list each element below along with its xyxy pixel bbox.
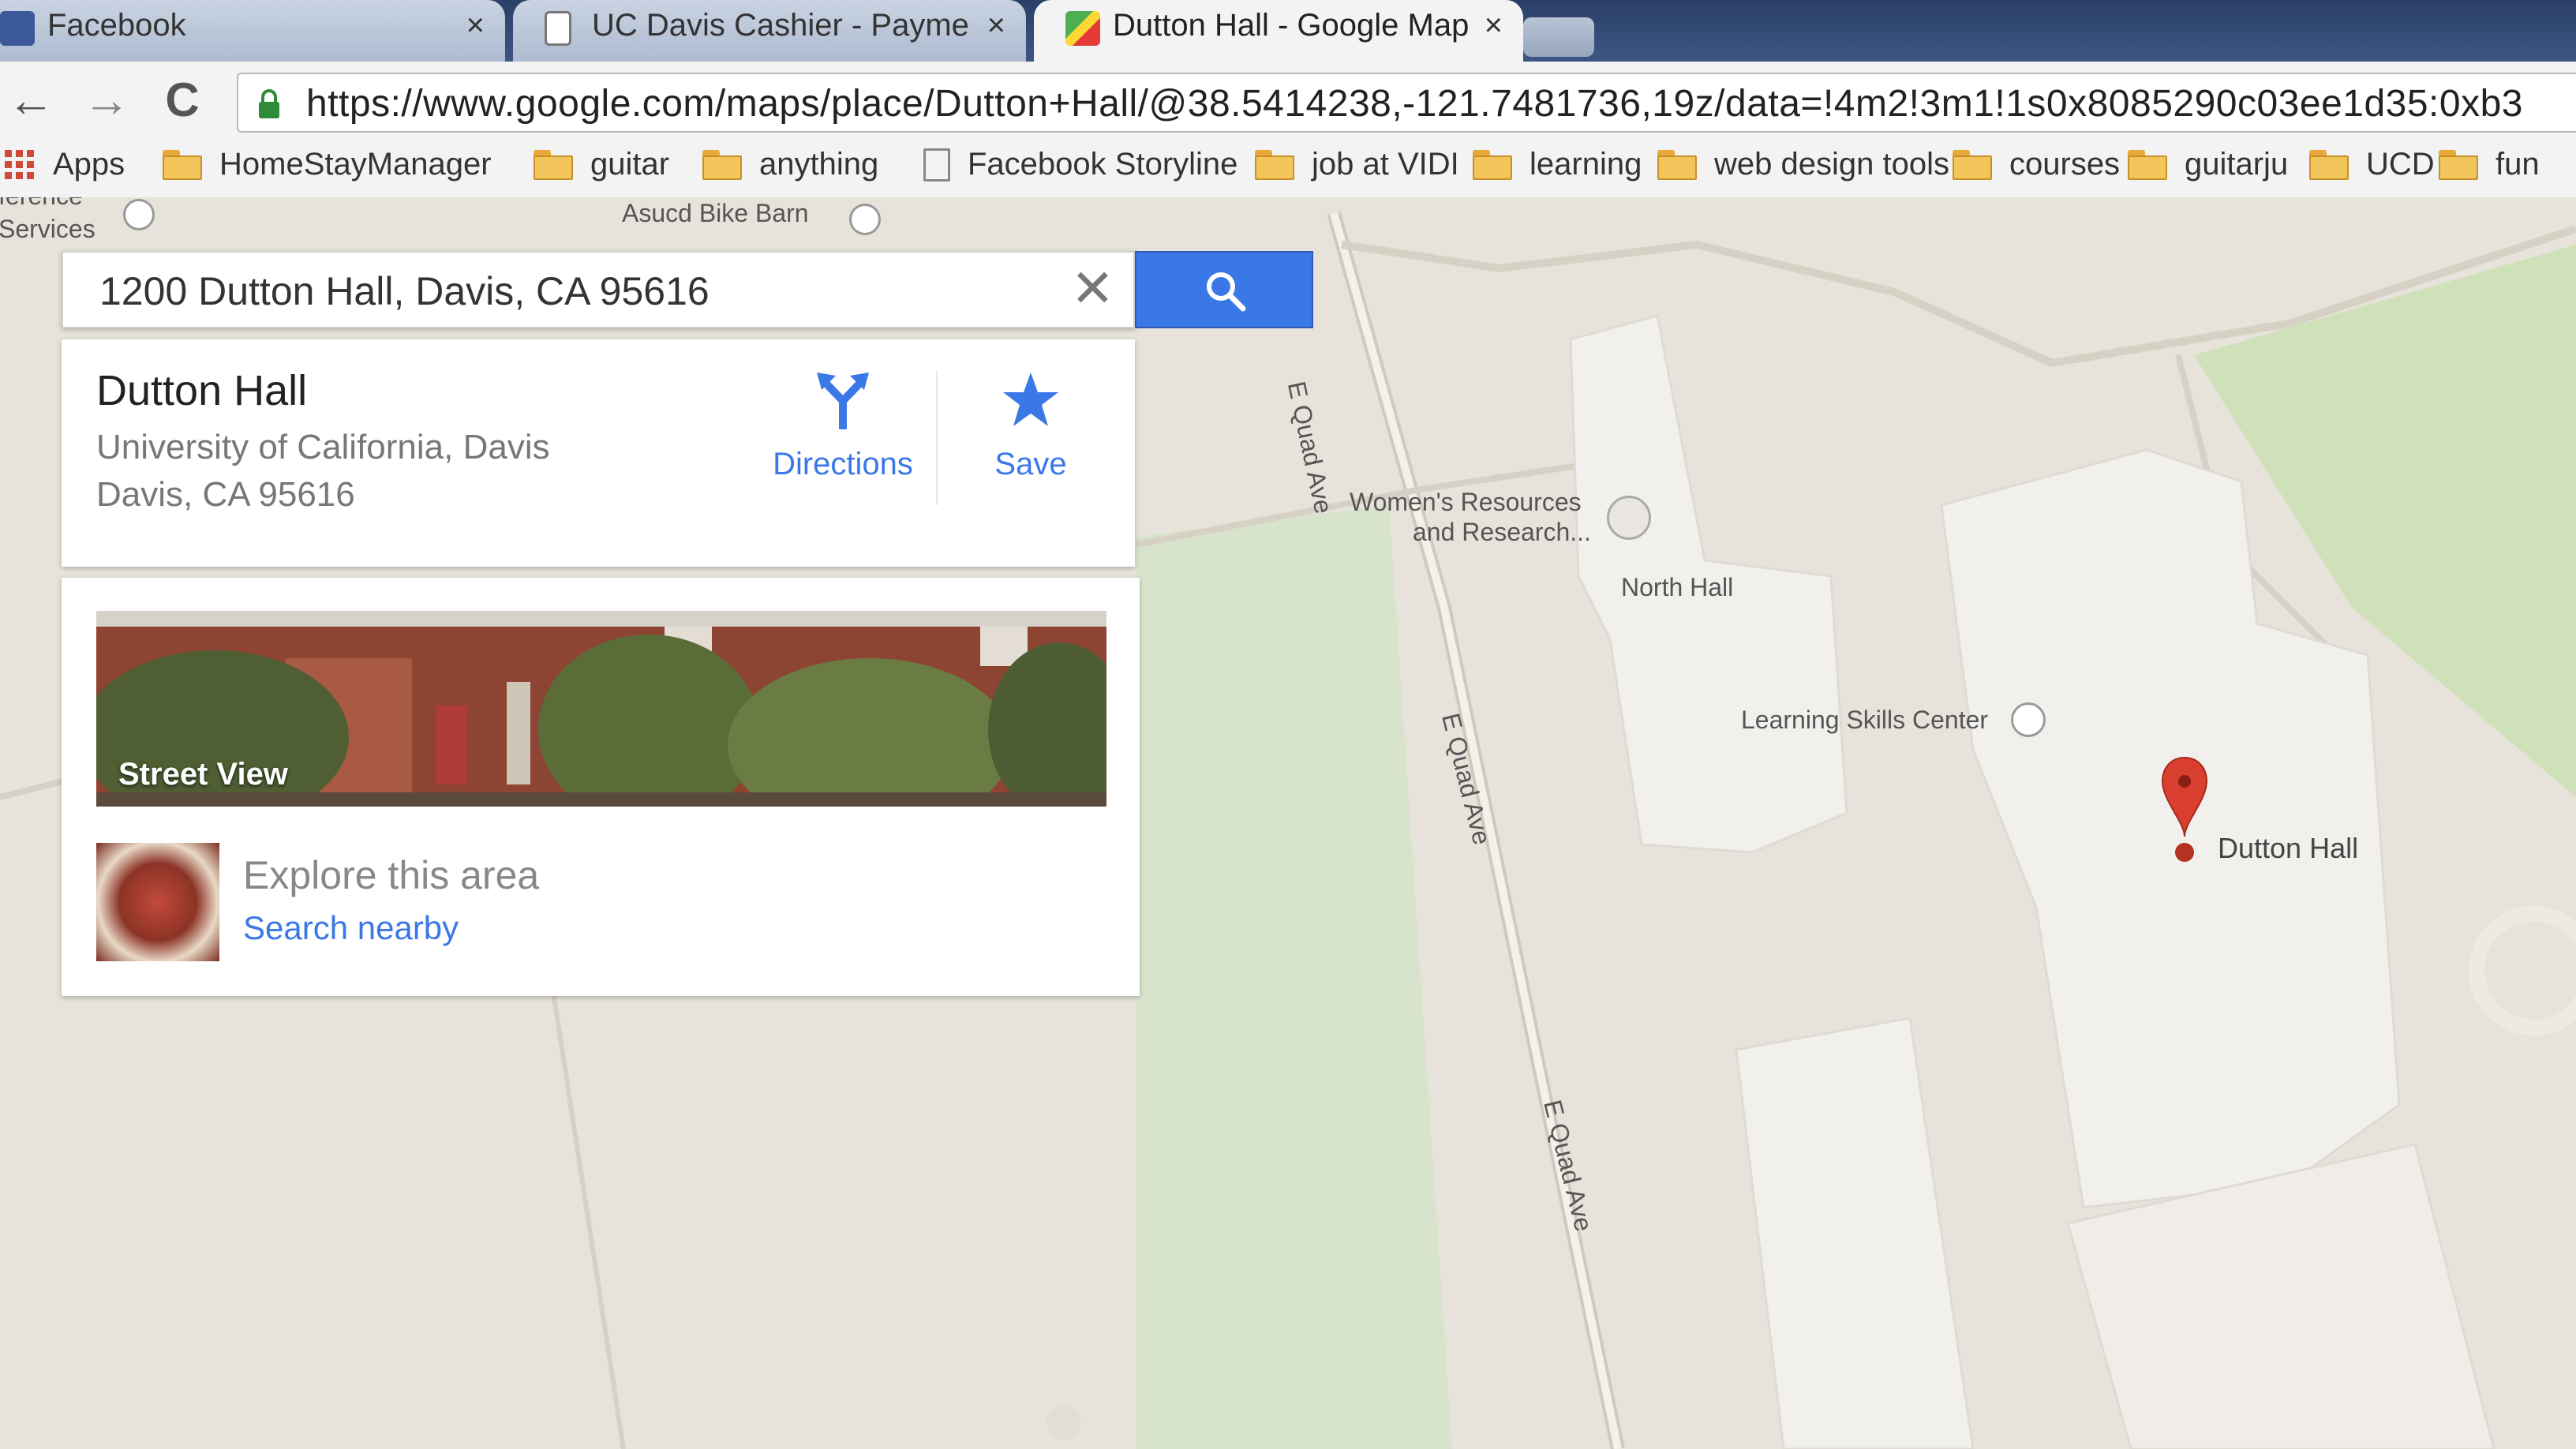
search-button[interactable] bbox=[1135, 251, 1313, 328]
bookmark-label: fun bbox=[2496, 147, 2540, 182]
tab-close-icon[interactable]: × bbox=[466, 8, 485, 43]
explore-title: Explore this area bbox=[243, 853, 540, 897]
explore-thumbnail[interactable] bbox=[96, 843, 219, 961]
poi-marker-icon[interactable] bbox=[849, 204, 881, 235]
apps-grid-icon bbox=[5, 150, 34, 179]
place-address-line2: Davis, CA 95616 bbox=[96, 475, 355, 514]
url-text: https://www.google.com/maps/place/Dutton… bbox=[306, 83, 2523, 125]
lawn-area bbox=[1136, 505, 1452, 1449]
bookmark-facebook-storyline[interactable]: Facebook Storyline bbox=[923, 147, 1237, 182]
bookmark-web-design-tools[interactable]: web design tools bbox=[1657, 147, 1949, 182]
map-label-asucd-bike-barn[interactable]: Asucd Bike Barn bbox=[622, 199, 809, 228]
divider bbox=[936, 371, 938, 505]
folder-icon bbox=[2309, 149, 2349, 180]
reload-button[interactable]: C bbox=[155, 73, 210, 128]
explore-card: Street View Explore this area Search nea… bbox=[62, 578, 1140, 996]
tab-strip: Facebook × UC Davis Cashier - Payme × Du… bbox=[0, 0, 2576, 62]
map-label-dutton-hall[interactable]: Dutton Hall bbox=[2218, 832, 2358, 865]
tab-title: UC Davis Cashier - Payme bbox=[592, 8, 969, 43]
star-icon bbox=[1003, 373, 1058, 426]
map-pin-icon[interactable] bbox=[2159, 754, 2210, 868]
roundabout bbox=[2469, 906, 2576, 1035]
tab-title: Dutton Hall - Google Map bbox=[1113, 8, 1470, 43]
bookmark-courses[interactable]: courses bbox=[1953, 147, 2120, 182]
bookmark-ucd[interactable]: UCD bbox=[2309, 147, 2435, 182]
search-icon bbox=[1207, 272, 1246, 312]
close-icon[interactable]: ✕ bbox=[1071, 260, 1114, 316]
save-button[interactable]: Save bbox=[952, 371, 1110, 482]
bookmark-label: web design tools bbox=[1714, 147, 1949, 182]
folder-icon bbox=[1255, 149, 1294, 180]
bookmark-label: Facebook Storyline bbox=[968, 147, 1238, 182]
poi-marker-icon[interactable] bbox=[2011, 702, 2046, 737]
folder-icon bbox=[534, 149, 573, 180]
address-bar[interactable]: https://www.google.com/maps/place/Dutton… bbox=[237, 73, 2576, 133]
poi-marker-icon[interactable] bbox=[123, 199, 155, 230]
bookmark-label: learning bbox=[1530, 147, 1642, 182]
bookmark-label: HomeStayManager bbox=[219, 147, 492, 182]
google-maps-icon bbox=[1065, 11, 1100, 46]
tab-dutton-hall-google-maps[interactable]: Dutton Hall - Google Map × bbox=[1034, 0, 1523, 62]
street-view-thumbnail[interactable]: Street View bbox=[96, 611, 1106, 807]
back-button[interactable]: ← bbox=[3, 73, 58, 128]
bookmarks-bar: Apps HomeStayManager guitar anything Fac… bbox=[0, 140, 2576, 199]
bookmark-label: courses bbox=[2009, 147, 2121, 182]
map-label-reference-services[interactable]: ference bbox=[0, 197, 83, 211]
bookmark-label: Apps bbox=[53, 147, 125, 182]
page-icon bbox=[545, 11, 571, 46]
bookmark-learning[interactable]: learning bbox=[1473, 147, 1642, 182]
place-card: Dutton Hall University of California, Da… bbox=[62, 339, 1135, 567]
map-label-north-hall[interactable]: North Hall bbox=[1621, 573, 1733, 602]
campus-path bbox=[550, 986, 626, 1449]
building bbox=[1735, 1017, 1975, 1449]
tab-uc-davis-cashier[interactable]: UC Davis Cashier - Payme × bbox=[513, 0, 1026, 62]
search-input[interactable]: 1200 Dutton Hall, Davis, CA 95616 bbox=[99, 268, 710, 314]
page-icon bbox=[923, 148, 950, 182]
map-control[interactable] bbox=[1046, 1405, 1081, 1440]
tab-title: Facebook bbox=[47, 8, 186, 43]
bookmark-label: UCD bbox=[2366, 147, 2435, 182]
bookmark-anything[interactable]: anything bbox=[702, 147, 878, 182]
folder-icon bbox=[2128, 149, 2167, 180]
map-label-reference-services[interactable]: Services bbox=[0, 215, 95, 244]
new-tab-button[interactable] bbox=[1523, 17, 1594, 57]
bookmark-label: guitar bbox=[590, 147, 670, 182]
folder-icon bbox=[1657, 149, 1697, 180]
tab-close-icon[interactable]: × bbox=[987, 8, 1005, 43]
forward-button[interactable]: → bbox=[79, 73, 134, 128]
folder-icon bbox=[1473, 149, 1512, 180]
place-title: Dutton Hall bbox=[96, 367, 308, 414]
place-address-line1: University of California, Davis bbox=[96, 428, 550, 466]
bookmark-label: anything bbox=[759, 147, 879, 182]
map-label-womens-resources[interactable]: and Research... bbox=[1413, 518, 1591, 547]
bookmark-label: job at VIDI bbox=[1312, 147, 1459, 182]
education-poi-icon[interactable] bbox=[1607, 496, 1651, 540]
tab-close-icon[interactable]: × bbox=[1485, 8, 1503, 43]
directions-icon bbox=[817, 373, 869, 429]
folder-icon bbox=[2439, 149, 2478, 180]
bookmark-label: guitarju bbox=[2185, 147, 2289, 182]
campus-path bbox=[0, 778, 64, 800]
folder-icon bbox=[163, 149, 202, 180]
search-nearby-link[interactable]: Search nearby bbox=[243, 909, 459, 947]
facebook-icon bbox=[0, 11, 35, 46]
map-label-womens-resources[interactable]: Women's Resources bbox=[1350, 488, 1582, 517]
street-view-label: Street View bbox=[118, 757, 288, 792]
bookmark-homestaymanager[interactable]: HomeStayManager bbox=[163, 147, 492, 182]
bookmark-apps[interactable]: Apps bbox=[5, 147, 125, 182]
folder-icon bbox=[702, 149, 742, 180]
bookmark-guitar[interactable]: guitar bbox=[534, 147, 669, 182]
map-label-learning-skills-center[interactable]: Learning Skills Center bbox=[1741, 706, 1988, 735]
folder-icon bbox=[1953, 149, 1992, 180]
lock-icon bbox=[259, 89, 279, 118]
search-box[interactable]: 1200 Dutton Hall, Davis, CA 95616 ✕ bbox=[62, 251, 1135, 328]
browser-toolbar: ← → C https://www.google.com/maps/place/… bbox=[0, 62, 2576, 140]
bookmark-job-at-vidi[interactable]: job at VIDI bbox=[1255, 147, 1459, 182]
save-label: Save bbox=[994, 447, 1067, 481]
tab-facebook[interactable]: Facebook × bbox=[0, 0, 505, 62]
bookmark-guitarju[interactable]: guitarju bbox=[2128, 147, 2288, 182]
directions-label: Directions bbox=[773, 447, 913, 481]
directions-button[interactable]: Directions bbox=[764, 371, 922, 482]
bookmark-fun[interactable]: fun bbox=[2439, 147, 2540, 182]
